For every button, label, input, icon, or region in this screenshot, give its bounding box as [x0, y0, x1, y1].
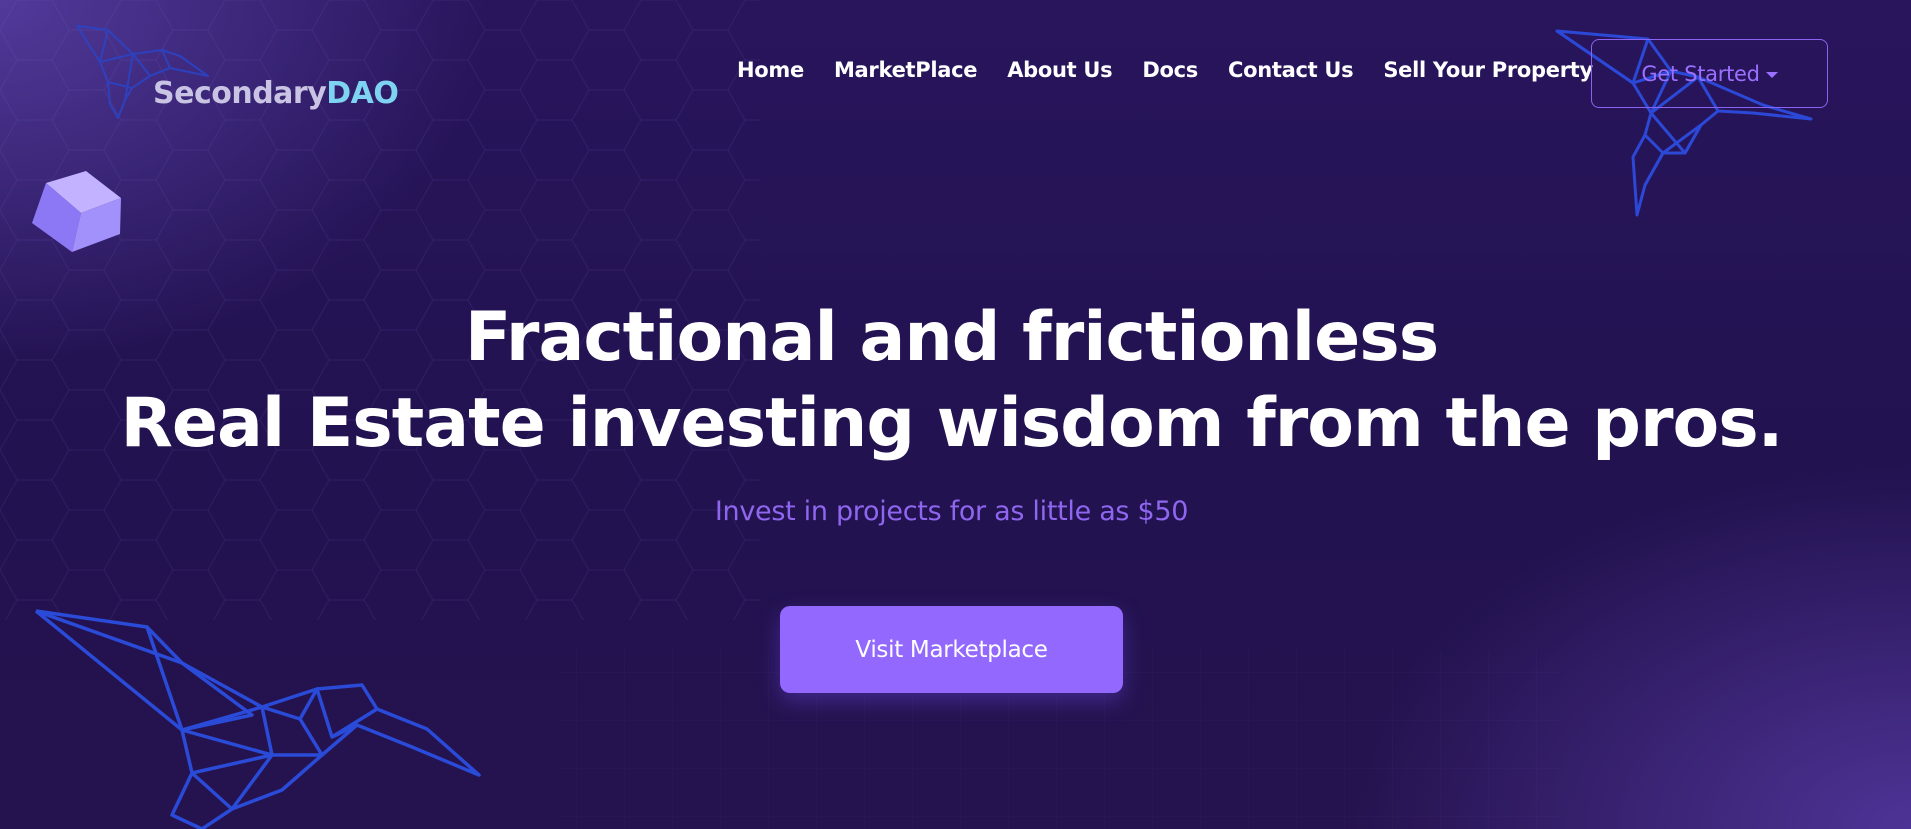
hero-section: Fractional and frictionless Real Estate …	[0, 295, 1903, 527]
nav-link-docs[interactable]: Docs	[1142, 58, 1198, 82]
caret-down-icon	[1765, 71, 1778, 78]
visit-marketplace-button[interactable]: Visit Marketplace	[780, 606, 1123, 693]
hero-title: Fractional and frictionless Real Estate …	[0, 295, 1903, 467]
nav-link-home[interactable]: Home	[737, 58, 804, 82]
hero-title-line-1: Fractional and frictionless	[464, 298, 1439, 377]
nav-link-sell-your-property[interactable]: Sell Your Property	[1383, 58, 1593, 82]
hero-subtitle: Invest in projects for as little as $50	[714, 496, 1189, 527]
nav-link-marketplace[interactable]: MarketPlace	[834, 58, 978, 82]
site-logo[interactable]: SecondaryDAO	[153, 76, 399, 111]
nav-link-contact-us[interactable]: Contact Us	[1228, 58, 1354, 82]
logo-text-primary: Secondary	[153, 76, 327, 111]
bird-icon	[34, 609, 481, 829]
get-started-dropdown-button[interactable]: Get Started	[1591, 39, 1828, 108]
cube-icon	[32, 171, 121, 252]
logo-text-accent: DAO	[326, 76, 399, 111]
nav-link-about-us[interactable]: About Us	[1007, 58, 1112, 82]
get-started-label: Get Started	[1641, 61, 1760, 86]
main-navigation: Home MarketPlace About Us Docs Contact U…	[737, 58, 1593, 82]
hero-title-line-2: Real Estate investing wisdom from the pr…	[120, 384, 1783, 463]
